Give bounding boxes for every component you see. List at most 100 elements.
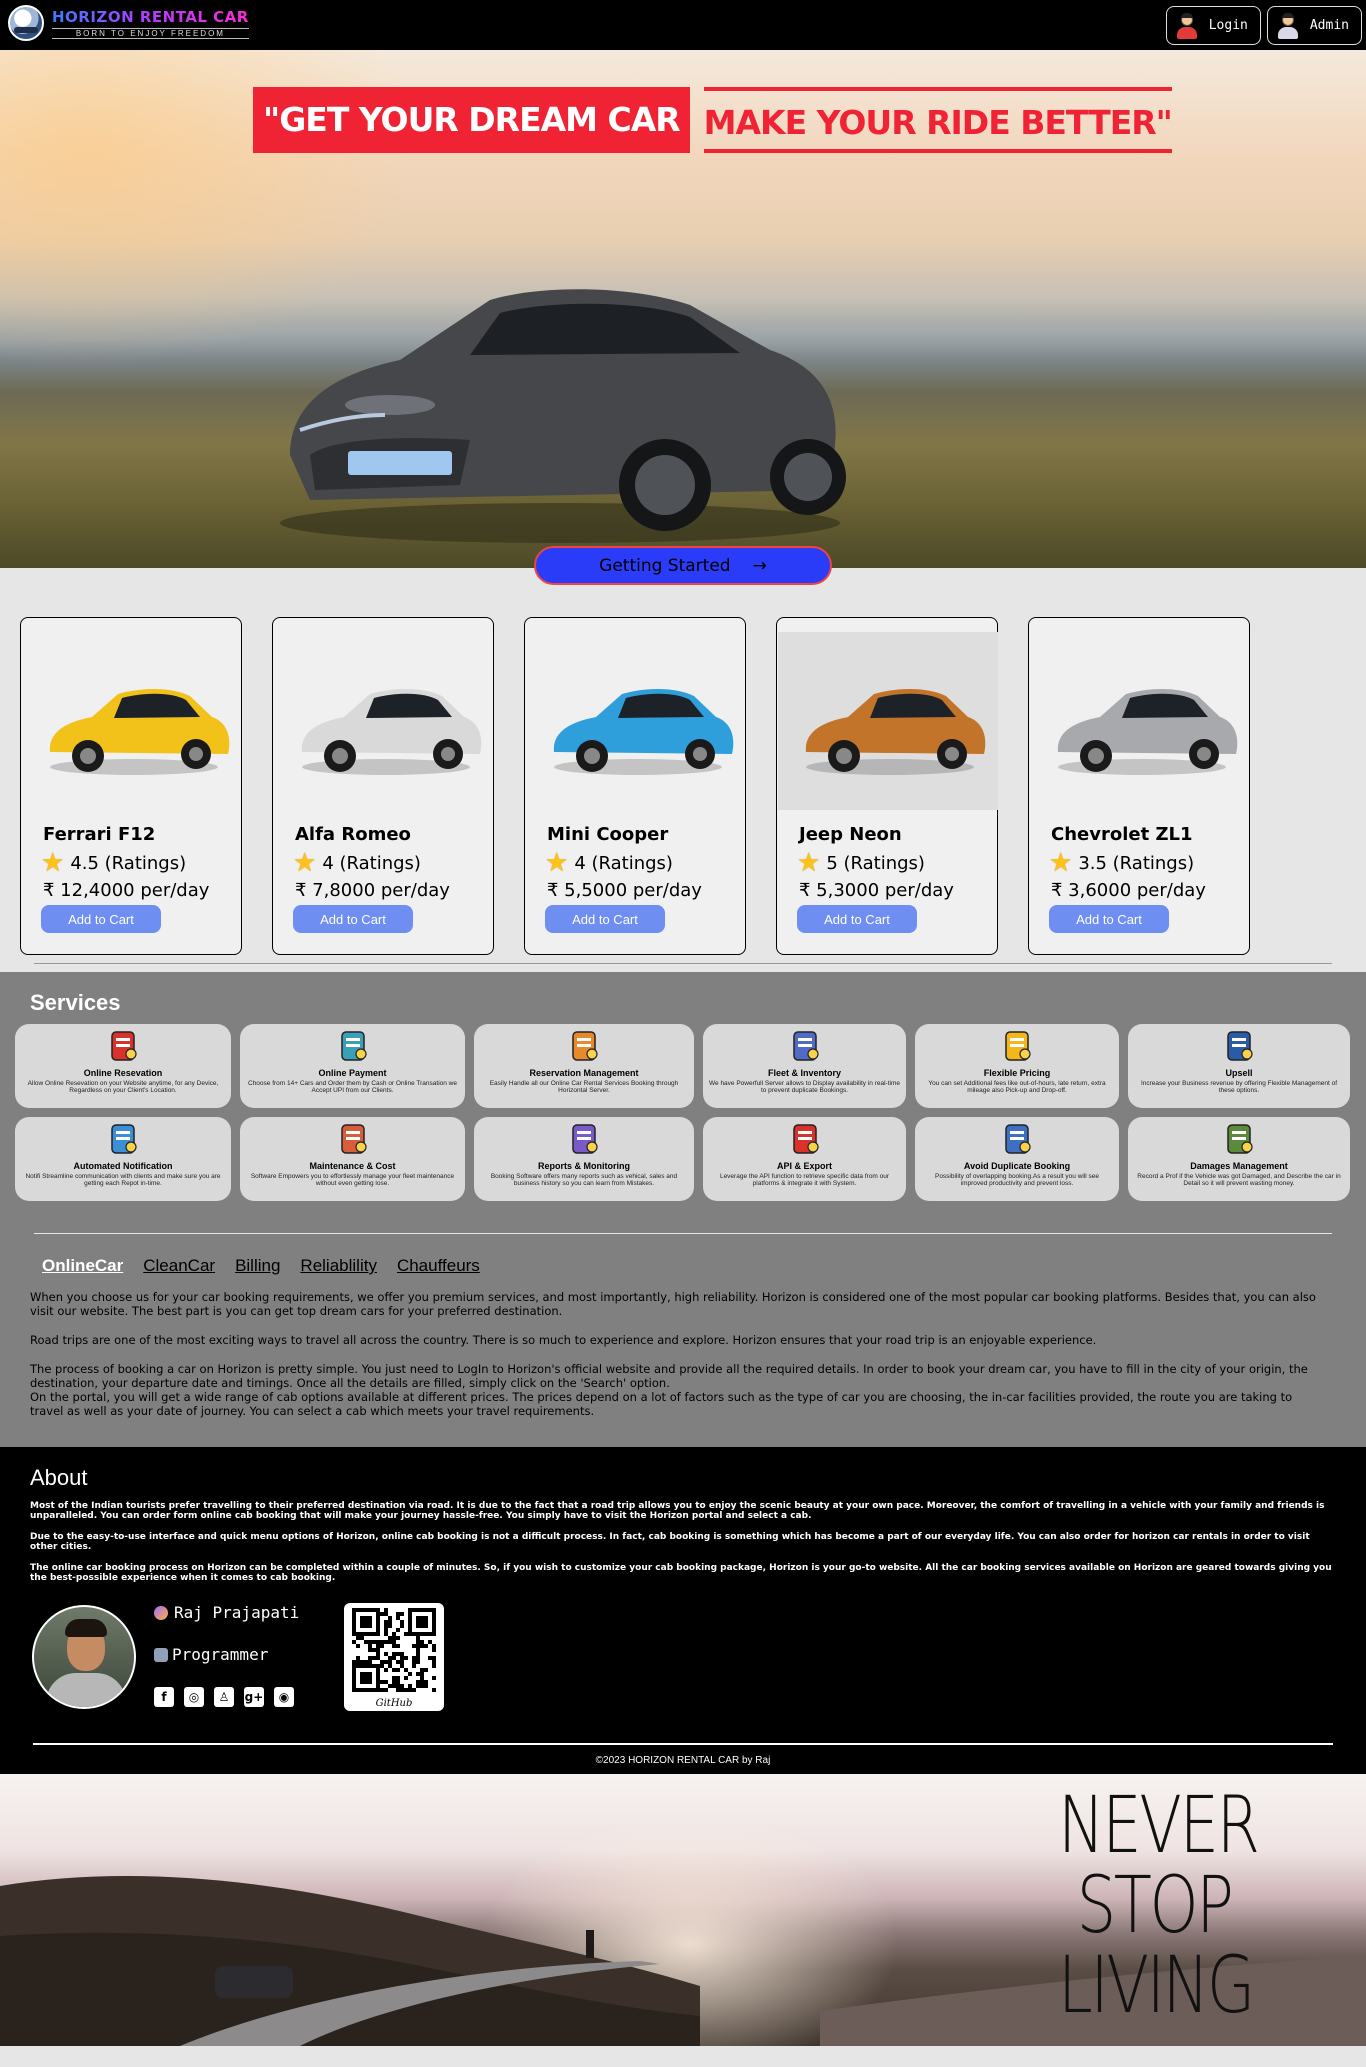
slogan-line: LIVING	[1058, 1941, 1255, 2031]
tab-paragraph: When you choose us for your car booking …	[30, 1290, 1316, 1318]
document-search-icon	[785, 1026, 825, 1066]
service-card[interactable]: Maintenance & Cost Software Empowers you…	[240, 1117, 465, 1201]
service-card[interactable]: Avoid Duplicate Booking Possibility of o…	[915, 1117, 1119, 1201]
profile-name: Raj Prajapati	[174, 1603, 300, 1622]
car-image	[778, 632, 998, 810]
car-image	[301, 688, 482, 775]
snapchat-icon[interactable]: ♙	[214, 1687, 234, 1707]
github-icon[interactable]: ◉	[274, 1687, 294, 1707]
add-to-cart-button[interactable]: Add to Cart	[293, 905, 413, 933]
hero-banner: "GET YOUR DREAM CAR MAKE YOUR RIDE BETTE…	[0, 50, 1366, 568]
rating-text: 4 (Ratings)	[322, 852, 421, 874]
banner-slogan: NEVER STOP LIVING	[1058, 1781, 1260, 2031]
copyright: ©2023 HORIZON RENTAL CAR by Raj	[595, 1755, 771, 1766]
slogan-line: STOP	[1076, 1861, 1234, 1951]
about-title: About	[30, 1465, 88, 1490]
bar-chart-icon	[1219, 1026, 1259, 1066]
service-title: Avoid Duplicate Booking	[963, 1161, 1071, 1171]
car-card: Ferrari F12 ★ 4.5 (Ratings) ₹ 12,4000 pe…	[20, 617, 242, 955]
service-title: Automated Notification	[73, 1161, 173, 1171]
add-to-cart-button[interactable]: Add to Cart	[545, 905, 665, 933]
programmer-icon	[154, 1647, 168, 1662]
star-icon: ★	[293, 848, 317, 878]
instagram-icon[interactable]: ◎	[184, 1687, 204, 1707]
about-section: About Most of the Indian tourists prefer…	[0, 1447, 1366, 1774]
service-title: Online Payment	[318, 1068, 387, 1078]
tools-icon	[333, 1119, 373, 1159]
service-card[interactable]: Damages Management Record a Prof if the …	[1128, 1117, 1350, 1201]
network-icon	[564, 1026, 604, 1066]
admin-label: Admin	[1309, 18, 1349, 33]
tab-billing[interactable]: Billing	[235, 1256, 280, 1276]
add-to-cart-button[interactable]: Add to Cart	[1049, 905, 1169, 933]
profile-badge-icon	[154, 1605, 168, 1620]
service-card[interactable]: API & Export Leverage the API function t…	[703, 1117, 906, 1201]
rating-text: 4.5 (Ratings)	[70, 852, 187, 874]
mobile-payment-icon	[333, 1026, 373, 1066]
tab-paragraph: On the portal, you will get a wide range…	[30, 1390, 1293, 1418]
service-title: Maintenance & Cost	[309, 1161, 396, 1171]
tab-chauffeurs[interactable]: Chauffeurs	[397, 1256, 480, 1276]
service-title: Reports & Monitoring	[538, 1161, 630, 1171]
profile-name-row: Raj Prajapati	[154, 1603, 299, 1622]
service-title: Flexible Pricing	[983, 1068, 1051, 1078]
tab-reliablility[interactable]: Reliablility	[300, 1256, 377, 1276]
car-card: Alfa Romeo ★ 4 (Ratings) ₹ 7,8000 per/da…	[272, 617, 494, 955]
service-card[interactable]: Online Payment Choose from 14+ Cars and …	[240, 1024, 465, 1108]
api-sync-icon	[785, 1119, 825, 1159]
service-card[interactable]: Online Resevation Allow Online Resevatio…	[15, 1024, 231, 1108]
service-description: Leverage the API function to retrieve sp…	[719, 1173, 890, 1187]
mechanic-icon	[1219, 1119, 1259, 1159]
service-description: Software Empowers you to effortlessly ma…	[250, 1173, 455, 1187]
notification-icon	[103, 1119, 143, 1159]
github-qr-code[interactable]: GitHub	[344, 1603, 444, 1711]
car-price: ₹ 12,4000 per/day	[43, 880, 210, 901]
getting-started-button[interactable]: Getting Started →	[534, 546, 832, 585]
top-navbar: HORIZON RENTAL CAR BORN TO ENJOY FREEDOM…	[0, 0, 1366, 50]
service-card[interactable]: Reservation Management Easily Handle all…	[474, 1024, 694, 1108]
tab-cleancar[interactable]: CleanCar	[143, 1256, 215, 1276]
section-divider	[34, 963, 1332, 964]
service-description: Notifi Streamline communication with cli…	[25, 1173, 221, 1187]
car-price: ₹ 5,3000 per/day	[799, 880, 954, 901]
rating-text: 4 (Ratings)	[574, 852, 673, 874]
service-description: You can set Additional fees like out-of-…	[928, 1080, 1106, 1094]
tab-onlinecar[interactable]: OnlineCar	[42, 1256, 123, 1276]
car-price: ₹ 7,8000 per/day	[295, 880, 450, 901]
booking-icon	[997, 1119, 1037, 1159]
qr-label: GitHub	[375, 1698, 413, 1709]
facebook-icon[interactable]: f	[154, 1687, 174, 1707]
hero-headline: "GET YOUR DREAM CAR MAKE YOUR RIDE BETTE…	[253, 87, 1173, 153]
car-image	[553, 688, 734, 775]
car-rating: ★ 5 (Ratings)	[797, 850, 925, 876]
brand-text: HORIZON RENTAL CAR BORN TO ENJOY FREEDOM	[52, 8, 249, 39]
slogan-line: NEVER	[1058, 1781, 1260, 1871]
star-icon: ★	[1049, 848, 1073, 878]
service-title: Damages Management	[1190, 1161, 1288, 1171]
service-card[interactable]: Reports & Monitoring Booking Software of…	[474, 1117, 694, 1201]
brand[interactable]: HORIZON RENTAL CAR BORN TO ENJOY FREEDOM	[8, 5, 249, 41]
service-description: Allow Online Resevation on your Website …	[27, 1080, 219, 1094]
brand-tagline: BORN TO ENJOY FREEDOM	[52, 27, 249, 39]
service-description: Easily Handle all our Online Car Rental …	[489, 1080, 679, 1094]
service-description: We have Powerfull Server allows to Displ…	[709, 1080, 900, 1094]
brand-logo-icon	[8, 5, 44, 41]
service-description: Record a Prof if the Vehicle was got Dam…	[1137, 1173, 1341, 1187]
nav-buttons: Login Admin	[1165, 6, 1362, 45]
admin-button[interactable]: Admin	[1266, 6, 1362, 45]
service-description: Choose from 14+ Cars and Order them by C…	[247, 1080, 457, 1094]
never-stop-living-banner: NEVER STOP LIVING	[0, 1774, 1366, 2046]
service-card[interactable]: Upsell Increase your Business revenue by…	[1128, 1024, 1350, 1108]
add-to-cart-button[interactable]: Add to Cart	[797, 905, 917, 933]
car-list: Ferrari F12 ★ 4.5 (Ratings) ₹ 12,4000 pe…	[0, 617, 1366, 955]
headline-right: MAKE YOUR RIDE BETTER"	[703, 87, 1173, 153]
car-price: ₹ 3,6000 per/day	[1051, 880, 1206, 901]
brand-name: HORIZON RENTAL CAR	[52, 7, 249, 26]
service-card[interactable]: Automated Notification Notifi Streamline…	[15, 1117, 231, 1201]
service-card[interactable]: Flexible Pricing You can set Additional …	[915, 1024, 1119, 1108]
add-to-cart-button[interactable]: Add to Cart	[41, 905, 161, 933]
google-plus-icon[interactable]: g+	[244, 1687, 264, 1707]
login-button[interactable]: Login	[1165, 6, 1261, 45]
qr-code-image	[352, 1608, 436, 1692]
service-card[interactable]: Fleet & Inventory We have Powerfull Serv…	[703, 1024, 906, 1108]
